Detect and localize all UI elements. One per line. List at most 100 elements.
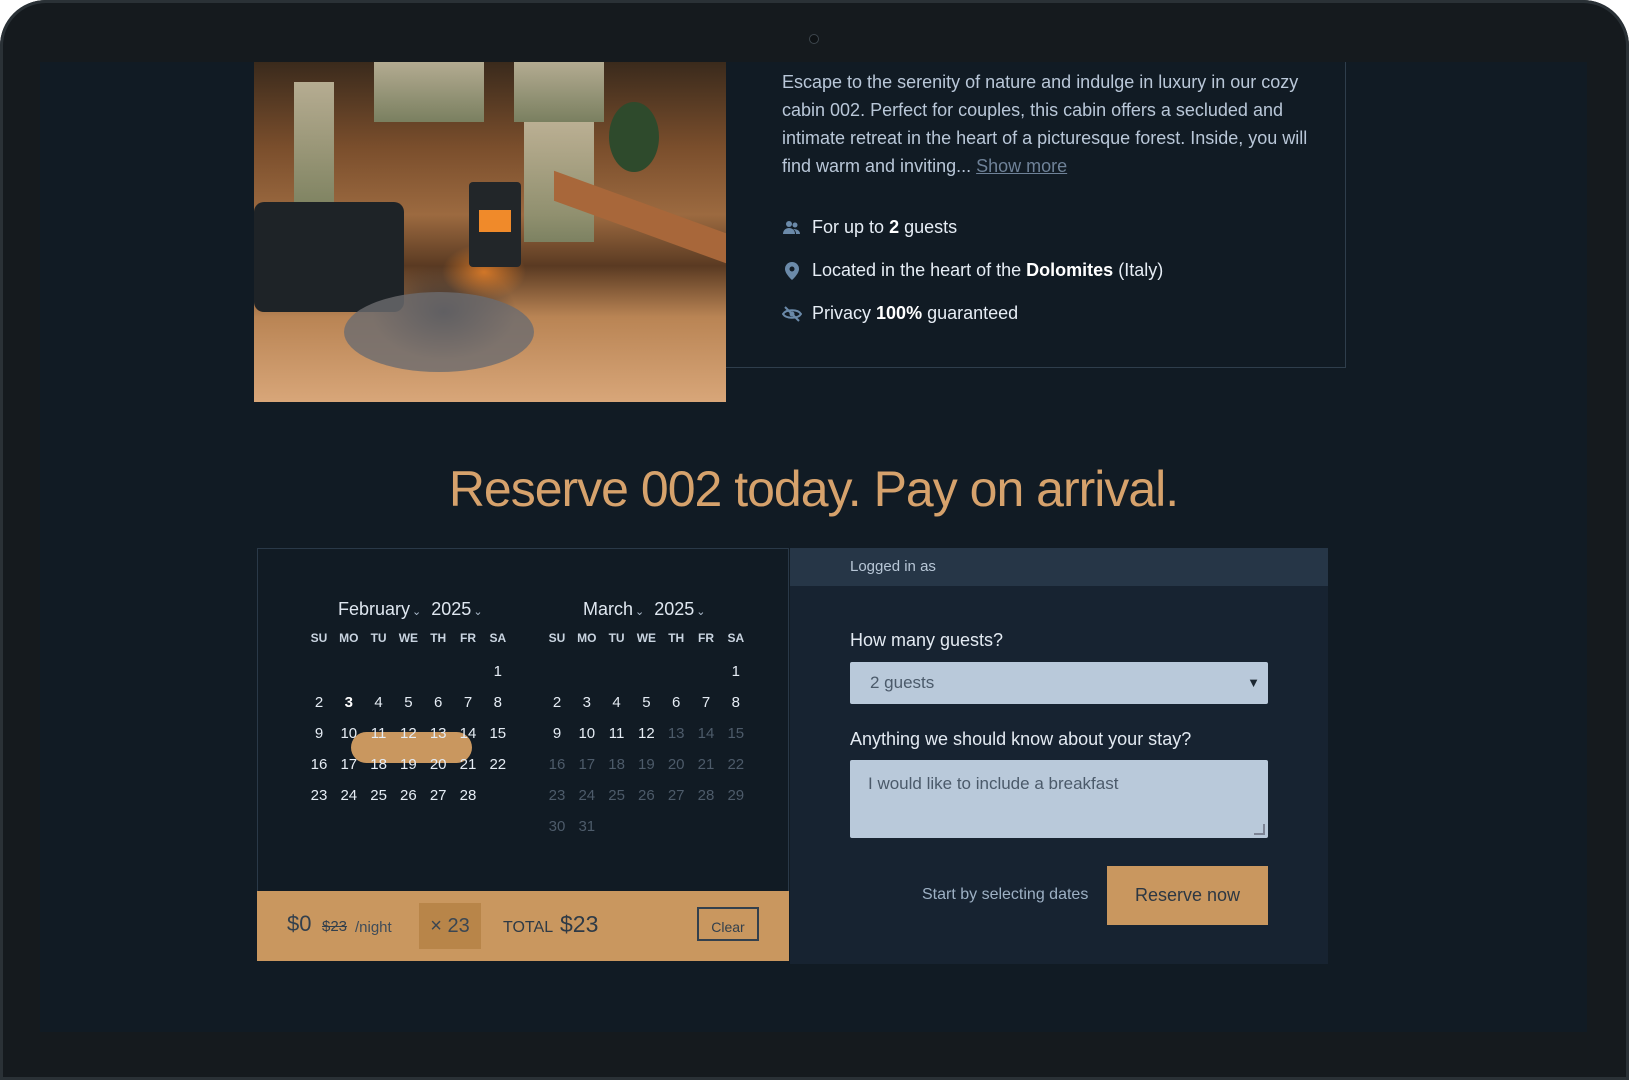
calendar-day[interactable]: 4	[364, 688, 394, 718]
calendar-day[interactable]: 19	[393, 750, 423, 780]
price-bar: $0 $23 /night × 23 TOTAL $23 Clear	[257, 891, 789, 961]
weekday-header: SA	[727, 631, 745, 645]
total-value: $23	[560, 911, 599, 937]
calendar-day: 28	[697, 787, 715, 804]
per-night-label: /night	[355, 919, 392, 936]
weekday-header: FR	[460, 631, 476, 645]
calendar-day: 19	[638, 756, 655, 773]
notes-textarea[interactable]: I would like to include a breakfast	[850, 760, 1268, 838]
calendar-day[interactable]: 28	[453, 781, 483, 811]
resize-handle-icon[interactable]	[1254, 824, 1265, 835]
clear-button[interactable]: Clear	[697, 907, 759, 941]
calendar-day[interactable]: 7	[453, 688, 483, 718]
chevron-down-icon: ⌄	[696, 606, 706, 618]
weekday-header: TU	[608, 631, 625, 645]
calendar-day[interactable]: 10	[334, 719, 364, 749]
weekday-header: TU	[370, 631, 387, 645]
calendar-day[interactable]: 24	[334, 781, 364, 811]
calendar-day[interactable]: 12	[631, 719, 661, 749]
calendar-day[interactable]: 3	[572, 688, 602, 718]
calendar-day[interactable]: 11	[364, 719, 394, 749]
calendar-day[interactable]: 2	[304, 688, 334, 718]
calendar-day[interactable]: 11	[602, 719, 632, 749]
calendar-day: 29	[727, 787, 745, 804]
weekday-header: FR	[698, 631, 714, 645]
feature-guests: For up to 2 guests	[782, 217, 957, 238]
guests-select[interactable]: 2 guests ▼	[850, 662, 1268, 704]
calendar-day[interactable]: 18	[364, 750, 394, 780]
calendar-day[interactable]: 5	[393, 688, 423, 718]
calendar-day[interactable]: 17	[334, 750, 364, 780]
calendar-day[interactable]: 2	[542, 688, 572, 718]
calendar-day[interactable]: 8	[483, 688, 513, 718]
weekday-header: SU	[548, 631, 566, 645]
year-select[interactable]: 2025	[431, 599, 471, 619]
weekday-header: MO	[339, 631, 359, 645]
calendar-day[interactable]: 8	[721, 688, 751, 718]
calendar-day[interactable]: 7	[691, 688, 721, 718]
reserve-now-button[interactable]: Reserve now	[1107, 866, 1268, 925]
month-select[interactable]: March	[583, 599, 633, 619]
logged-in-label: Logged in as	[850, 558, 936, 575]
weekday-header: TH	[668, 631, 685, 645]
calendar-day[interactable]: 14	[453, 719, 483, 749]
calendar-day: 26	[638, 787, 655, 804]
calendar-day[interactable]: 20	[423, 750, 453, 780]
notes-value: I would like to include a breakfast	[868, 774, 1119, 793]
calendar-day[interactable]: 4	[602, 688, 632, 718]
calendar-day[interactable]: 16	[304, 750, 334, 780]
calendar-day[interactable]: 1	[483, 657, 513, 687]
calendar-day: 16	[548, 756, 566, 773]
weekday-header: WE	[636, 631, 657, 645]
calendar-day[interactable]: 21	[453, 750, 483, 780]
nights-multiplier: × 23	[419, 903, 481, 949]
calendar-day: 20	[667, 756, 685, 773]
calendar-day[interactable]: 27	[423, 781, 453, 811]
calendar-day[interactable]: 10	[572, 719, 602, 749]
weekday-header: MO	[577, 631, 597, 645]
calendar-day[interactable]: 12	[393, 719, 423, 749]
calendar-day[interactable]: 22	[483, 750, 513, 780]
calendar-day[interactable]: 9	[542, 719, 572, 749]
feature-privacy-bold: 100%	[876, 303, 923, 323]
guests-select-value: 2 guests	[870, 673, 935, 692]
feature-guests-pre: For up to	[812, 217, 885, 237]
feature-location-post: (Italy)	[1118, 260, 1164, 280]
calendar-day: 30	[548, 818, 566, 835]
calendar-day: 27	[667, 787, 685, 804]
calendar-day[interactable]: 6	[661, 688, 691, 718]
year-select[interactable]: 2025	[654, 599, 694, 619]
calendar-day: 13	[667, 725, 685, 742]
calendar-day[interactable]: 1	[721, 657, 751, 687]
feature-location: Located in the heart of the Dolomites (I…	[782, 260, 1163, 281]
price-per-night: $0	[287, 911, 312, 936]
calendar-day[interactable]: 6	[423, 688, 453, 718]
chevron-down-icon: ⌄	[473, 606, 483, 618]
guests-icon	[782, 218, 802, 238]
calendar-day[interactable]: 23	[304, 781, 334, 811]
calendar-day[interactable]: 3	[334, 688, 364, 718]
calendar-day[interactable]: 26	[393, 781, 423, 811]
weekday-header: SA	[489, 631, 507, 645]
weekday-header: WE	[398, 631, 419, 645]
month-select[interactable]: February	[338, 599, 410, 619]
feature-privacy-post: guaranteed	[927, 303, 1019, 323]
logged-in-bar: Logged in as	[790, 548, 1328, 586]
listing-description: Escape to the serenity of nature and ind…	[782, 68, 1312, 180]
calendar-day[interactable]: 9	[304, 719, 334, 749]
feature-guests-post: guests	[904, 217, 958, 237]
calendar-day[interactable]: 15	[483, 719, 513, 749]
location-pin-icon	[782, 261, 802, 281]
weekday-header: TH	[430, 631, 447, 645]
calendar-day[interactable]: 5	[631, 688, 661, 718]
feature-location-bold: Dolomites	[1026, 260, 1114, 280]
weekday-header: SU	[310, 631, 328, 645]
calendar-day: 23	[548, 787, 566, 804]
calendar-day[interactable]: 13	[423, 719, 453, 749]
calendar-day[interactable]: 25	[364, 781, 394, 811]
feature-privacy: Privacy 100% guaranteed	[782, 303, 1018, 324]
month-header: March ⌄ 2025 ⌄	[583, 599, 706, 620]
screen: Escape to the serenity of nature and ind…	[40, 62, 1587, 1032]
select-dates-hint: Start by selecting dates	[922, 886, 1089, 903]
show-more-link[interactable]: Show more	[976, 156, 1067, 176]
